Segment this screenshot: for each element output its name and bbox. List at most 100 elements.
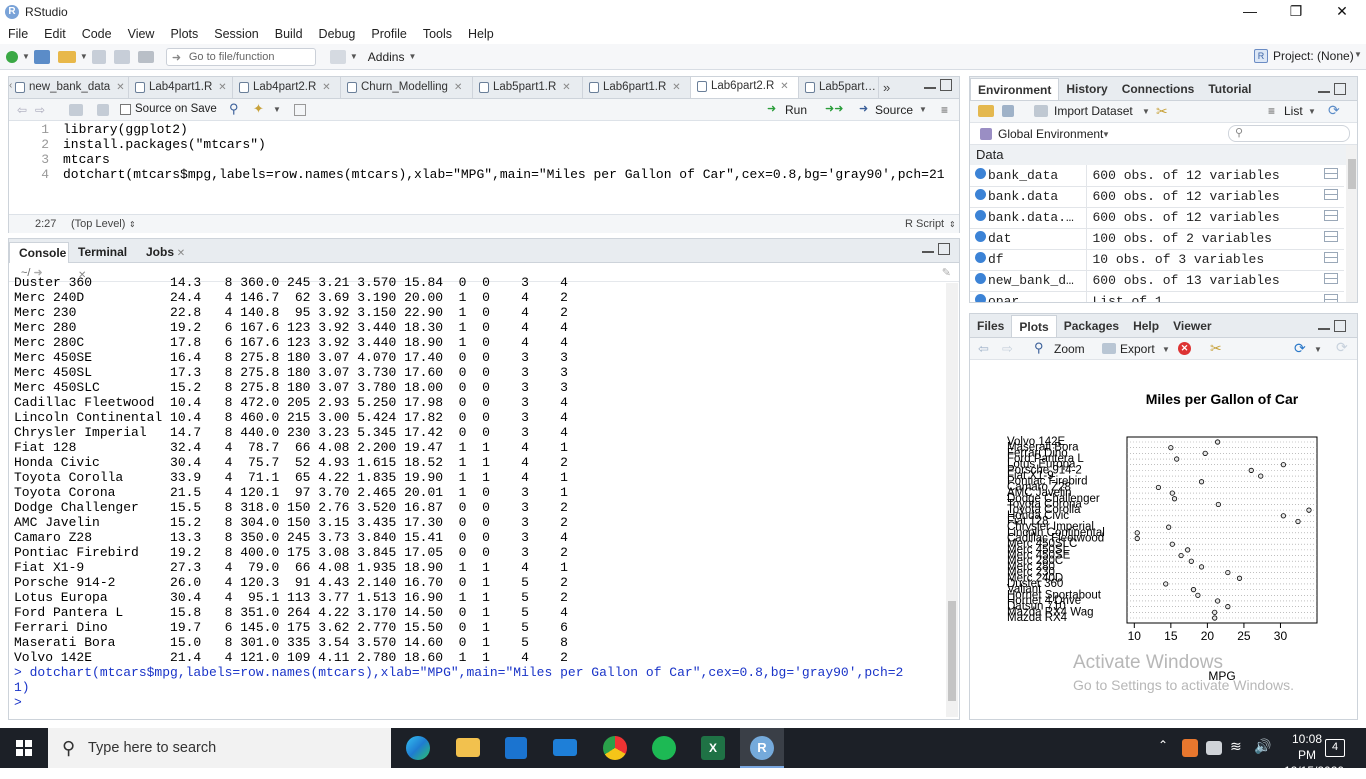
- source-tab[interactable]: Lab4part1.R ✕: [129, 77, 233, 98]
- expand-circle-icon[interactable]: [975, 252, 986, 263]
- tray-chevron-up-icon[interactable]: ⌃: [1158, 738, 1168, 752]
- rstudio-taskbar-button[interactable]: R: [740, 728, 784, 768]
- notifications-icon[interactable]: 4: [1325, 739, 1345, 757]
- menu-profile[interactable]: Profile: [363, 27, 414, 41]
- env-tab-tutorial[interactable]: Tutorial: [1201, 78, 1258, 100]
- forward-arrow-icon[interactable]: ⇨: [35, 103, 45, 117]
- expand-circle-icon[interactable]: [975, 294, 986, 302]
- addins-menu[interactable]: Addins: [368, 50, 405, 64]
- view-data-grid-icon[interactable]: [1324, 231, 1338, 242]
- source-tab[interactable]: Lab5part1.R ✕: [473, 77, 583, 98]
- close-tab-icon[interactable]: ✕: [562, 82, 570, 93]
- show-in-window-icon[interactable]: [69, 104, 83, 116]
- windows-start-icon[interactable]: [16, 740, 32, 756]
- source-tab[interactable]: Lab4part2.R ✕: [233, 77, 341, 98]
- env-tab-connections[interactable]: Connections: [1115, 78, 1202, 100]
- rerun-icon[interactable]: ➜➜: [825, 102, 843, 115]
- view-data-grid-icon[interactable]: [1324, 252, 1338, 263]
- open-folder-icon[interactable]: [57, 50, 76, 63]
- minimize-icon[interactable]: —: [1227, 0, 1273, 24]
- chevron-down-icon[interactable]: ▼: [22, 52, 30, 61]
- source-tab[interactable]: Churn_Modelling ✕: [341, 77, 473, 98]
- view-data-grid-icon[interactable]: [1324, 189, 1338, 200]
- chevron-down-icon[interactable]: ▼: [1102, 130, 1110, 139]
- chevron-down-icon[interactable]: ▼: [80, 52, 88, 61]
- zoom-button[interactable]: Zoom: [1054, 342, 1085, 356]
- env-row[interactable]: opar List of 1: [970, 291, 1344, 302]
- scope-selector[interactable]: (Top Level): [71, 215, 125, 233]
- minimize-pane-icon[interactable]: [1318, 320, 1330, 330]
- wifi-icon[interactable]: ≋: [1230, 738, 1242, 755]
- chevron-down-icon[interactable]: ▼: [1314, 345, 1322, 354]
- minimize-pane-icon[interactable]: [922, 243, 934, 253]
- source-tab[interactable]: Lab5part…: [799, 77, 879, 98]
- export-button[interactable]: Export: [1120, 342, 1155, 356]
- chrome-icon[interactable]: [603, 736, 627, 760]
- taskbar-search-input[interactable]: ⚲ Type here to search: [48, 728, 391, 768]
- menu-code[interactable]: Code: [74, 27, 120, 41]
- files-tab-help[interactable]: Help: [1126, 315, 1166, 337]
- save-all-icon[interactable]: [113, 49, 130, 64]
- microsoft-store-icon[interactable]: [505, 737, 527, 759]
- global-environment-selector[interactable]: Global Environment: [998, 127, 1103, 141]
- source-tab[interactable]: Lab6part1.R ✕: [583, 77, 691, 98]
- close-tab-icon[interactable]: ✕: [780, 81, 788, 92]
- new-file-icon[interactable]: [6, 50, 18, 63]
- refresh-icon[interactable]: ⟳: [1336, 339, 1348, 356]
- env-row[interactable]: dat 100 obs. of 2 variables: [970, 228, 1344, 250]
- outline-icon[interactable]: ≡: [941, 103, 948, 117]
- env-row[interactable]: new_bank_d… 600 obs. of 13 variables: [970, 270, 1344, 292]
- menu-help[interactable]: Help: [460, 27, 502, 41]
- view-mode-selector[interactable]: List: [1284, 104, 1303, 118]
- environment-search-input[interactable]: ⚲: [1228, 125, 1350, 142]
- env-vscrollbar[interactable]: [1346, 145, 1357, 302]
- console-output[interactable]: Duster 360 14.3 8 360.0 245 3.21 3.570 1…: [14, 275, 943, 710]
- chevron-down-icon[interactable]: ▼: [1142, 107, 1150, 116]
- close-tab-icon[interactable]: ✕: [116, 82, 124, 93]
- expand-circle-icon[interactable]: [975, 210, 986, 221]
- remove-plot-icon[interactable]: ✕: [1178, 342, 1191, 355]
- maximize-pane-icon[interactable]: [1334, 320, 1346, 332]
- view-data-grid-icon[interactable]: [1324, 167, 1338, 179]
- env-row[interactable]: bank.data 600 obs. of 12 variables: [970, 186, 1344, 208]
- files-tab-packages[interactable]: Packages: [1057, 315, 1126, 337]
- view-data-grid-icon[interactable]: [1324, 210, 1338, 221]
- menu-tools[interactable]: Tools: [415, 27, 460, 41]
- files-tab-viewer[interactable]: Viewer: [1166, 315, 1218, 337]
- close-tab-icon[interactable]: ✕: [218, 82, 226, 93]
- minimize-pane-icon[interactable]: [924, 79, 936, 89]
- save-icon[interactable]: [91, 49, 106, 64]
- close-tab-icon[interactable]: ✕: [672, 82, 680, 93]
- menu-session[interactable]: Session: [206, 27, 266, 41]
- file-type-selector[interactable]: R Script: [905, 215, 944, 233]
- chevron-down-icon[interactable]: ▼: [1162, 345, 1170, 354]
- excel-icon[interactable]: X: [701, 736, 725, 760]
- clear-objects-icon[interactable]: ✂: [1156, 103, 1168, 120]
- file-explorer-icon[interactable]: [456, 738, 480, 757]
- env-tab-history[interactable]: History: [1059, 78, 1114, 100]
- expand-circle-icon[interactable]: [975, 167, 986, 179]
- taskbar-clock[interactable]: 10:08 PM 12/15/2020: [1284, 731, 1344, 779]
- restore-icon[interactable]: ❐: [1273, 0, 1319, 24]
- menu-plots[interactable]: Plots: [162, 27, 206, 41]
- source-on-save-checkbox[interactable]: [120, 104, 131, 115]
- env-row[interactable]: df 10 obs. of 3 variables: [970, 249, 1344, 271]
- console-prompt[interactable]: >: [14, 695, 943, 710]
- project-menu[interactable]: Project: (None): [1273, 49, 1354, 63]
- chevron-down-icon[interactable]: ▼: [1308, 107, 1316, 116]
- close-tab-icon[interactable]: ✕: [174, 248, 185, 259]
- chevron-down-icon[interactable]: ▼: [1354, 50, 1362, 59]
- next-plot-icon[interactable]: ⇨: [1002, 341, 1013, 357]
- clear-console-icon[interactable]: ✎: [942, 264, 951, 282]
- source-tab[interactable]: new_bank_data ✕: [9, 77, 129, 98]
- spotify-icon[interactable]: [652, 736, 676, 760]
- volume-icon[interactable]: 🔊: [1254, 738, 1271, 755]
- mail-icon[interactable]: [553, 739, 577, 756]
- menu-build[interactable]: Build: [267, 27, 311, 41]
- expand-circle-icon[interactable]: [975, 273, 986, 284]
- edge-browser-icon[interactable]: [406, 736, 430, 760]
- maximize-pane-icon[interactable]: [1334, 83, 1346, 95]
- console-tab[interactable]: Jobs ✕: [137, 242, 191, 263]
- compile-report-icon[interactable]: [294, 104, 306, 116]
- code-line[interactable]: install.packages("mtcars"): [63, 137, 266, 152]
